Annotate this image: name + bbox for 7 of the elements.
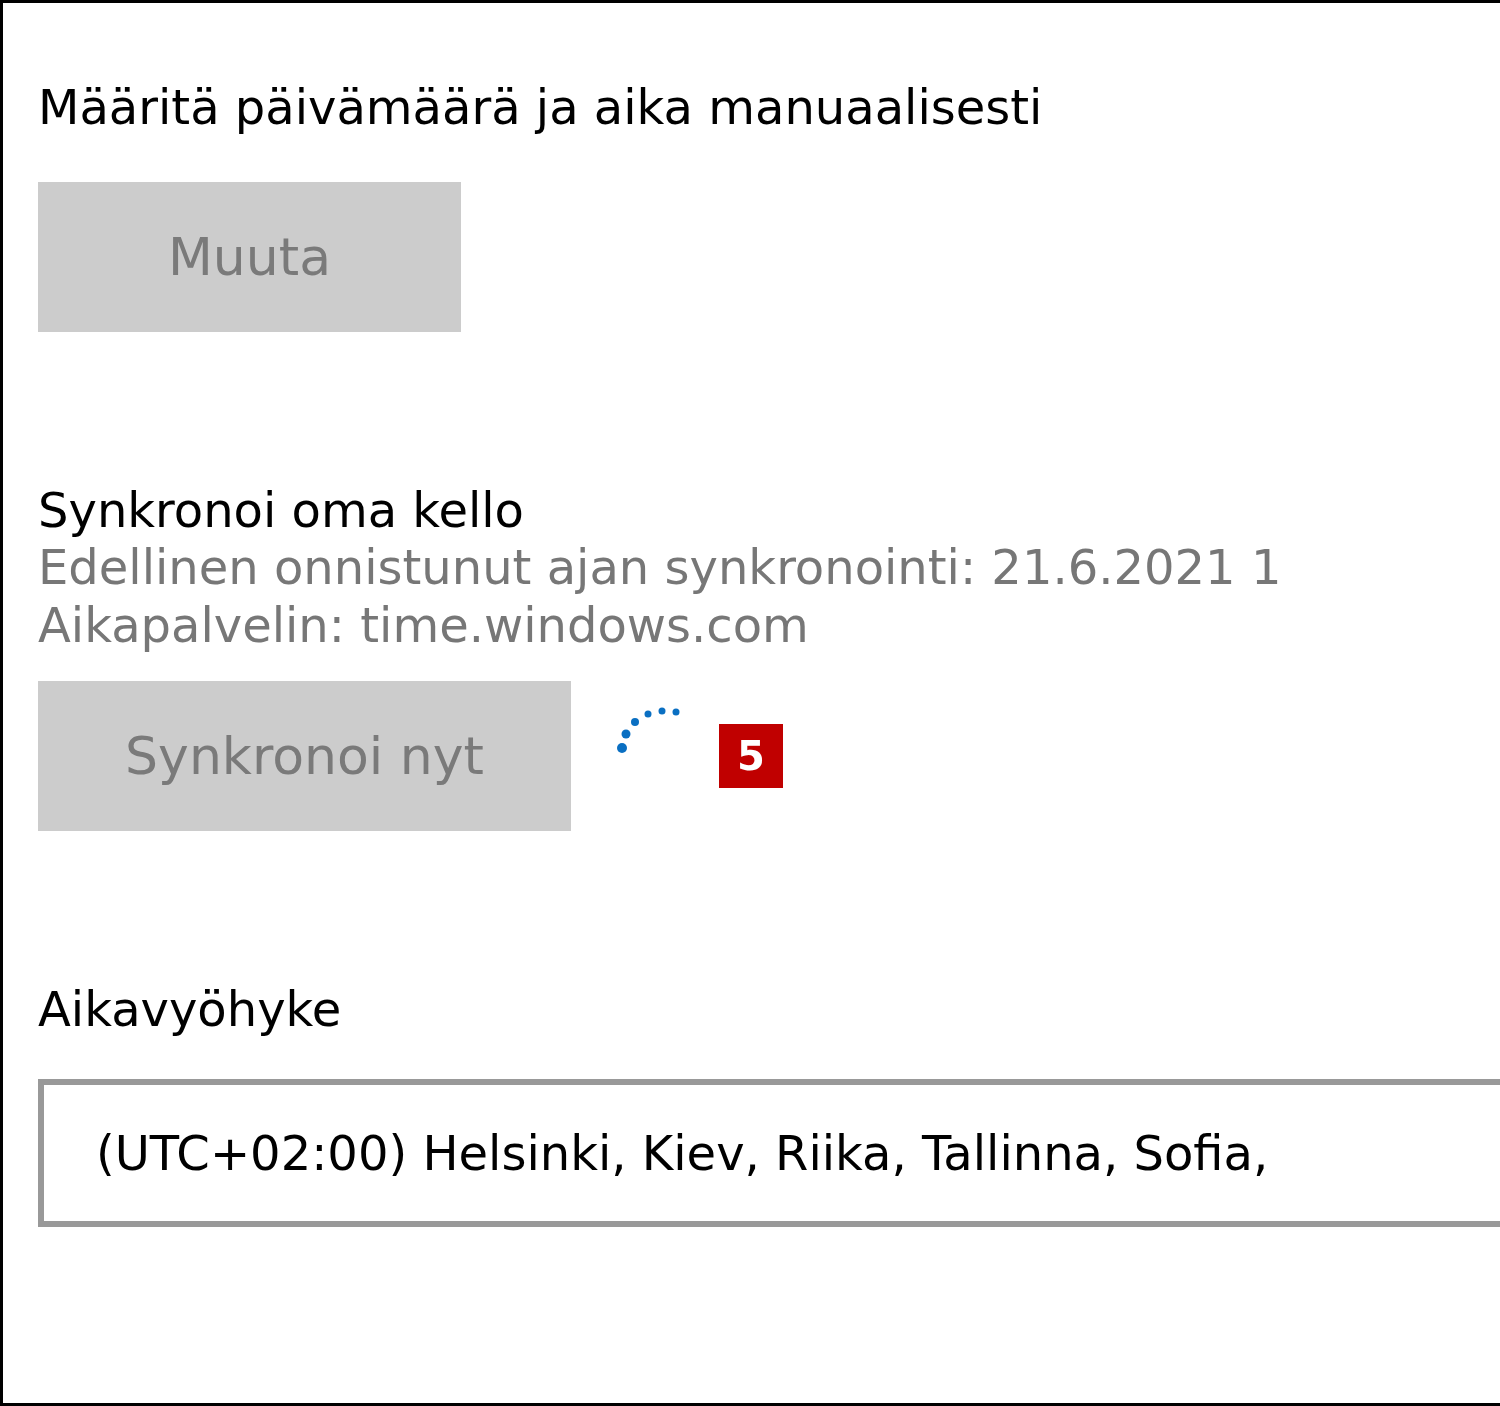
setting-label: Määritä päivämäärä ja aika manuaalisesti [38, 79, 1044, 137]
count-badge: 5 [719, 724, 783, 789]
section-title: Aikavyöhyke [38, 981, 343, 1039]
timezone-dropdown[interactable]: (UTC+02:00) Helsinki, Kiev, Riika, Tallinna, Sofia, [38, 1078, 1500, 1227]
info-text: Aikapalvelin: time.windows.com [38, 596, 809, 655]
section-title: Synkronoi oma kello [38, 481, 525, 540]
info-text: Edellinen onnistunut ajan synkronointi: 21.6.2021 1 [38, 539, 1282, 597]
